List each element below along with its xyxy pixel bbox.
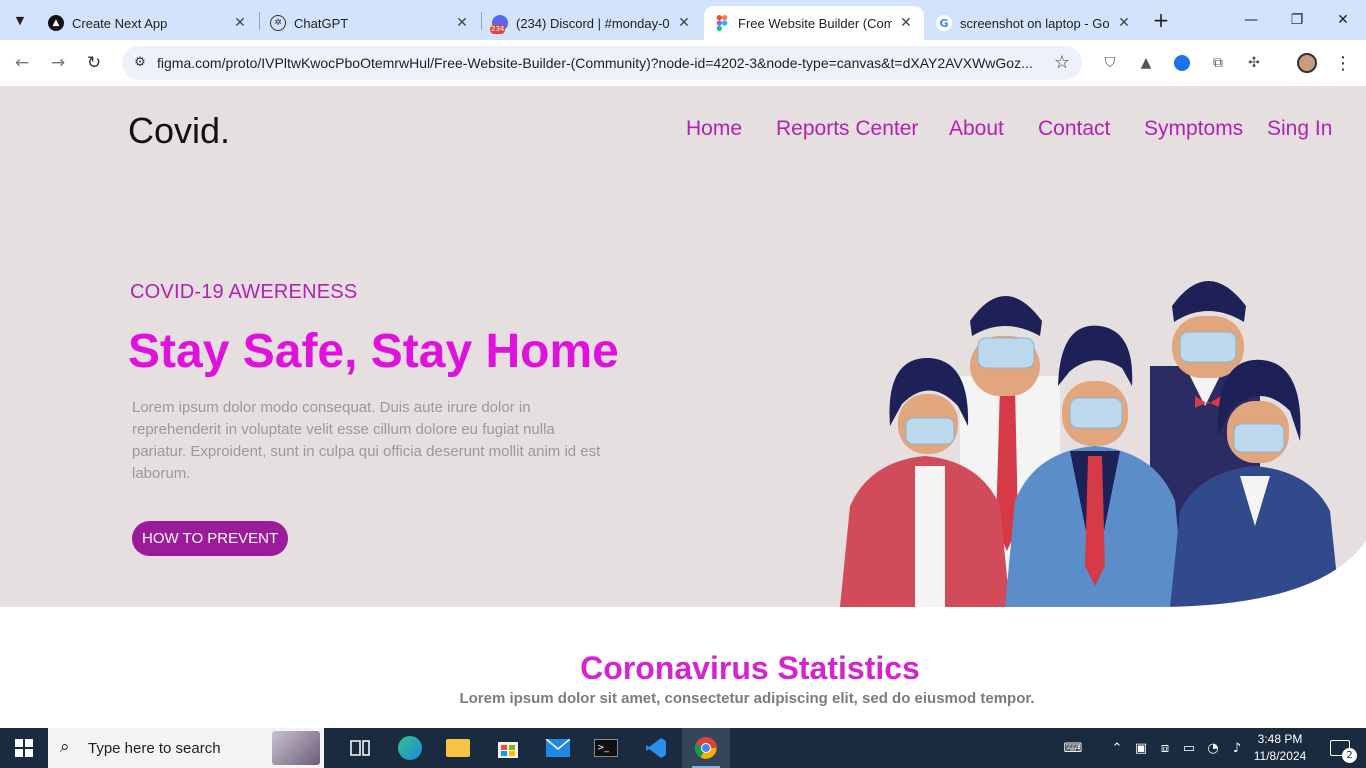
browser-toolbar: ← → ↻ ⚙ figma.com/proto/IVPltwKwocPboOte… xyxy=(0,40,1366,86)
screen-capture-icon[interactable]: ⧈ xyxy=(1154,728,1176,768)
restore-icon[interactable]: ❐ xyxy=(1274,0,1320,40)
address-bar[interactable]: ⚙ figma.com/proto/IVPltwKwocPboOtemrwHul… xyxy=(122,46,1082,80)
back-arrow-icon[interactable]: ← xyxy=(10,51,34,75)
nav-contact[interactable]: Contact xyxy=(1038,117,1110,141)
chatgpt-icon: ✲ xyxy=(270,15,286,31)
keyboard-layout-icon[interactable]: ⌨ xyxy=(1058,728,1088,768)
notification-count-badge: 2 xyxy=(1342,748,1357,763)
close-icon[interactable]: ✕ xyxy=(1116,15,1132,31)
statistics-heading: Coronavirus Statistics xyxy=(580,650,920,686)
notifications-icon[interactable]: 2 xyxy=(1322,728,1358,768)
search-icon: ⌕ xyxy=(60,737,70,757)
discord-icon: 234 xyxy=(490,15,508,34)
nav-symptoms[interactable]: Symptoms xyxy=(1144,117,1243,141)
hero-headline: Stay Safe, Stay Home xyxy=(128,325,619,378)
figma-icon xyxy=(714,15,730,31)
tab-chatgpt[interactable]: ✲ ChatGPT ✕ xyxy=(260,6,480,40)
tab-create-next-app[interactable]: ▲ Create Next App ✕ xyxy=(38,6,258,40)
tab-title: (234) Discord | #monday-02 xyxy=(516,15,670,31)
nav-home[interactable]: Home xyxy=(686,117,742,141)
minimize-icon[interactable]: — xyxy=(1228,0,1274,40)
site-logo[interactable]: Covid. xyxy=(128,110,230,152)
extensions-puzzle-icon[interactable]: ✣ xyxy=(1243,52,1265,74)
browser-tab-strip: ▼ ▲ Create Next App ✕ ✲ ChatGPT ✕ 234 (2… xyxy=(0,0,1366,40)
tab-title: screenshot on laptop - Goog xyxy=(960,15,1110,31)
clock-date: 11/8/2024 xyxy=(1253,749,1307,763)
search-highlight-image[interactable] xyxy=(272,731,320,765)
new-tab-button[interactable]: + xyxy=(1150,9,1172,31)
tab-title: Create Next App xyxy=(72,15,168,31)
wifi-icon[interactable]: ◔ xyxy=(1202,728,1224,768)
tab-discord[interactable]: 234 (234) Discord | #monday-02 ✕ xyxy=(482,6,702,40)
forward-arrow-icon[interactable]: → xyxy=(46,51,70,75)
nav-reports-center[interactable]: Reports Center xyxy=(776,117,918,141)
file-explorer-icon[interactable] xyxy=(434,728,482,768)
windows-start-icon[interactable] xyxy=(0,728,48,768)
show-hidden-icons-chevron[interactable]: ⌃ xyxy=(1106,728,1128,768)
nav-sign-in[interactable]: Sing In xyxy=(1267,117,1332,141)
tab-title: ChatGPT xyxy=(294,15,349,31)
kebab-menu-icon[interactable]: ⋮ xyxy=(1332,52,1354,74)
hero-description: Lorem ipsum dolor modo consequat. Duis a… xyxy=(132,399,601,482)
tab-title: Free Website Builder (Comm xyxy=(738,15,892,31)
taskbar-search-box[interactable]: ⌕ Type here to search xyxy=(48,728,324,768)
close-window-icon[interactable]: ✕ xyxy=(1320,0,1366,40)
statistics-subtitle: Lorem ipsum dolor sit amet, consectetur … xyxy=(459,690,1035,707)
battery-icon[interactable]: ▭ xyxy=(1178,728,1200,768)
tab-search-chevron-icon[interactable]: ▼ xyxy=(8,8,32,32)
close-icon[interactable]: ✕ xyxy=(232,15,248,31)
clipboard-extension-icon[interactable]: ⧉ xyxy=(1207,52,1229,74)
hero-eyebrow: COVID-19 AWERENESS xyxy=(130,281,358,303)
close-icon[interactable]: ✕ xyxy=(898,15,914,31)
extension-a-icon[interactable]: ▲ xyxy=(1135,52,1157,74)
close-icon[interactable]: ✕ xyxy=(676,15,692,31)
url-text[interactable]: figma.com/proto/IVPltwKwocPboOtemrwHul/F… xyxy=(157,55,1037,71)
notification-badge: 234 xyxy=(490,25,506,34)
hero-section: Covid. Home Reports Center About Contact… xyxy=(0,86,1366,607)
vscode-icon[interactable] xyxy=(632,728,680,768)
mail-icon[interactable] xyxy=(534,728,582,768)
site-info-icon[interactable]: ⚙ xyxy=(130,53,150,73)
translate-extension-icon[interactable] xyxy=(1171,52,1193,74)
profile-avatar[interactable] xyxy=(1296,52,1318,74)
store-icon[interactable] xyxy=(484,728,532,768)
page-viewport: Covid. Home Reports Center About Contact… xyxy=(0,86,1366,728)
close-icon[interactable]: ✕ xyxy=(454,15,470,31)
reload-icon[interactable]: ↻ xyxy=(82,51,106,75)
masked-people-illustration xyxy=(840,281,1340,607)
nav-about[interactable]: About xyxy=(949,117,1004,141)
chrome-icon[interactable] xyxy=(682,728,730,768)
tab-google-search[interactable]: G screenshot on laptop - Goog ✕ xyxy=(926,6,1142,40)
bookmark-star-icon[interactable]: ☆ xyxy=(1054,52,1070,73)
edge-icon[interactable] xyxy=(386,728,434,768)
google-icon: G xyxy=(936,15,952,31)
search-placeholder: Type here to search xyxy=(88,740,221,757)
meet-now-icon[interactable]: ▣ xyxy=(1130,728,1152,768)
windows-taskbar: ⌕ Type here to search >_ ⌨ ⌃ ▣ ⧈ ▭ ◔ ♪ 3… xyxy=(0,728,1366,768)
task-view-icon[interactable] xyxy=(336,728,384,768)
how-to-prevent-button[interactable]: HOW TO PREVENT xyxy=(132,521,289,556)
nextjs-icon: ▲ xyxy=(48,15,64,31)
tab-free-website-builder[interactable]: Free Website Builder (Comm ✕ xyxy=(704,6,924,40)
shield-extension-icon[interactable]: ⛉ xyxy=(1099,52,1121,74)
taskbar-clock[interactable]: 3:48 PM 11/8/2024 xyxy=(1242,731,1318,765)
terminal-icon[interactable]: >_ xyxy=(582,728,630,768)
clock-time: 3:48 PM xyxy=(1257,732,1303,746)
